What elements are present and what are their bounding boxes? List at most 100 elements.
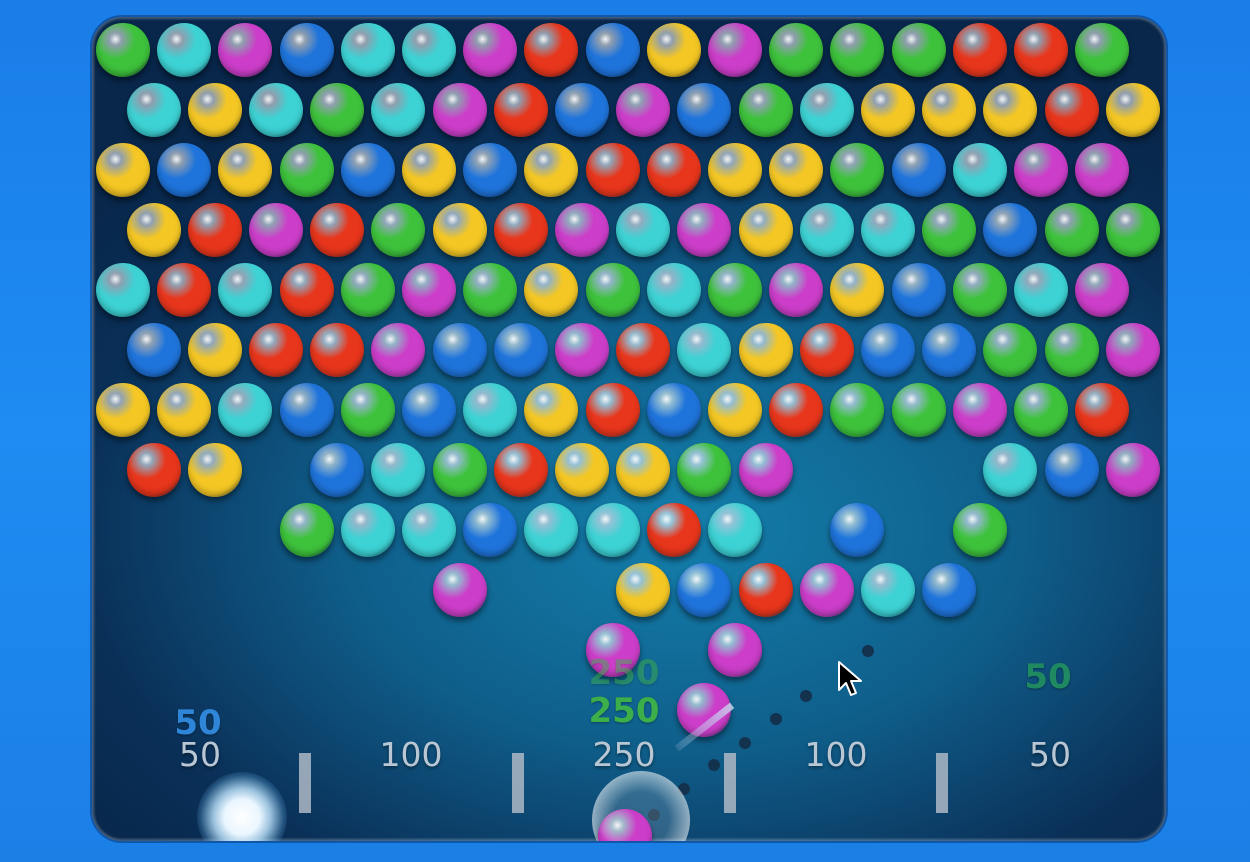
bubble-blue	[922, 563, 977, 617]
bubble-yellow	[708, 143, 762, 197]
bubble-green	[340, 263, 395, 317]
bubble-yellow	[96, 383, 150, 437]
bubble-cyan	[218, 383, 273, 437]
bubble-cyan	[126, 83, 181, 137]
bubble-blue	[585, 23, 640, 77]
bubble-cyan	[340, 23, 395, 77]
bubble-green	[371, 203, 426, 257]
bubble-blue	[983, 203, 1038, 257]
bubble-cyan	[463, 383, 518, 437]
bubble-yellow	[769, 143, 824, 197]
bubble-red	[187, 203, 242, 257]
zone-label-5: 50	[1029, 735, 1071, 774]
bubble-yellow	[1105, 83, 1160, 137]
bubble-green	[922, 203, 977, 257]
bubble-green	[891, 383, 946, 437]
game-board[interactable]: 50 100 250 100 50 50 250 250 50	[92, 17, 1166, 841]
floating-score: 50	[174, 703, 222, 743]
aim-dot	[862, 645, 874, 657]
bubble-red	[310, 323, 365, 377]
bubble-cyan	[708, 503, 762, 557]
bubble-green	[1075, 23, 1130, 77]
mouse-pointer-icon	[838, 661, 862, 696]
sparkle-effect	[197, 772, 287, 841]
bubble-blue	[891, 143, 946, 197]
bubble-purple	[1014, 143, 1068, 197]
bubble-yellow	[126, 203, 181, 257]
bubble-cyan	[983, 443, 1038, 497]
bubble-yellow	[432, 203, 487, 257]
bubble-cyan	[861, 563, 915, 617]
bubble-green	[463, 263, 518, 317]
bubble-purple	[1075, 263, 1130, 317]
bubble-purple	[708, 623, 762, 677]
bubble-red	[769, 383, 824, 437]
bubble-purple	[402, 263, 456, 317]
zone-divider	[299, 753, 311, 813]
bubble-red	[524, 23, 579, 77]
bubble-yellow	[983, 83, 1038, 137]
bubble-green	[830, 143, 885, 197]
bubble-blue	[463, 503, 518, 557]
bubble-yellow	[187, 443, 242, 497]
bubble-green	[708, 263, 762, 317]
bubble-purple	[738, 443, 793, 497]
bubble-yellow	[524, 143, 579, 197]
bubble-yellow	[218, 143, 273, 197]
bubble-blue	[861, 323, 915, 377]
bubble-red	[493, 203, 548, 257]
bubble-blue	[402, 383, 456, 437]
bubble-yellow	[616, 563, 671, 617]
bubble-blue	[310, 443, 365, 497]
bubble-cyan	[218, 263, 273, 317]
bubble-red	[952, 23, 1007, 77]
bubble-cyan	[371, 443, 426, 497]
bubble-blue	[279, 383, 334, 437]
bubble-red	[646, 503, 701, 557]
bubble-purple	[1105, 323, 1160, 377]
bubble-red	[310, 203, 365, 257]
zone-divider	[724, 753, 736, 813]
bubble-red	[646, 143, 701, 197]
bubble-blue	[463, 143, 518, 197]
bubble-cyan	[952, 143, 1007, 197]
bubble-blue	[1044, 443, 1099, 497]
zone-label-4: 100	[804, 735, 868, 774]
bubble-cyan	[646, 263, 701, 317]
bubble-cyan	[861, 203, 915, 257]
bubble-purple	[249, 203, 303, 257]
bubble-purple	[218, 23, 273, 77]
aim-dot	[708, 759, 720, 771]
bubble-yellow	[830, 263, 885, 317]
bubble-red	[585, 143, 640, 197]
bubble-green	[891, 23, 946, 77]
bubble-green	[677, 443, 732, 497]
bubble-green	[1044, 203, 1099, 257]
bubble-cyan	[402, 23, 456, 77]
bubble-blue	[157, 143, 212, 197]
bubble-cyan	[799, 83, 854, 137]
floating-score: 50	[1024, 657, 1072, 697]
bubble-cyan	[524, 503, 579, 557]
bubble-cyan	[249, 83, 303, 137]
bubble-red	[126, 443, 181, 497]
bubble-purple	[708, 23, 762, 77]
bubble-purple	[555, 203, 609, 257]
bubble-green	[310, 83, 365, 137]
bubble-red	[1014, 23, 1068, 77]
bubble-green	[1014, 383, 1068, 437]
bubble-blue	[891, 263, 946, 317]
zone-divider	[936, 753, 948, 813]
bubble-blue	[646, 383, 701, 437]
bubble-green	[952, 263, 1007, 317]
bubble-red	[493, 83, 548, 137]
bubble-purple	[1075, 143, 1130, 197]
bubble-green	[279, 503, 334, 557]
bubble-red	[493, 443, 548, 497]
bubble-blue	[126, 323, 181, 377]
bubble-green	[769, 23, 824, 77]
aim-dot	[770, 713, 782, 725]
bubble-red	[1075, 383, 1130, 437]
bubble-blue	[279, 23, 334, 77]
bubble-cyan	[96, 263, 150, 317]
